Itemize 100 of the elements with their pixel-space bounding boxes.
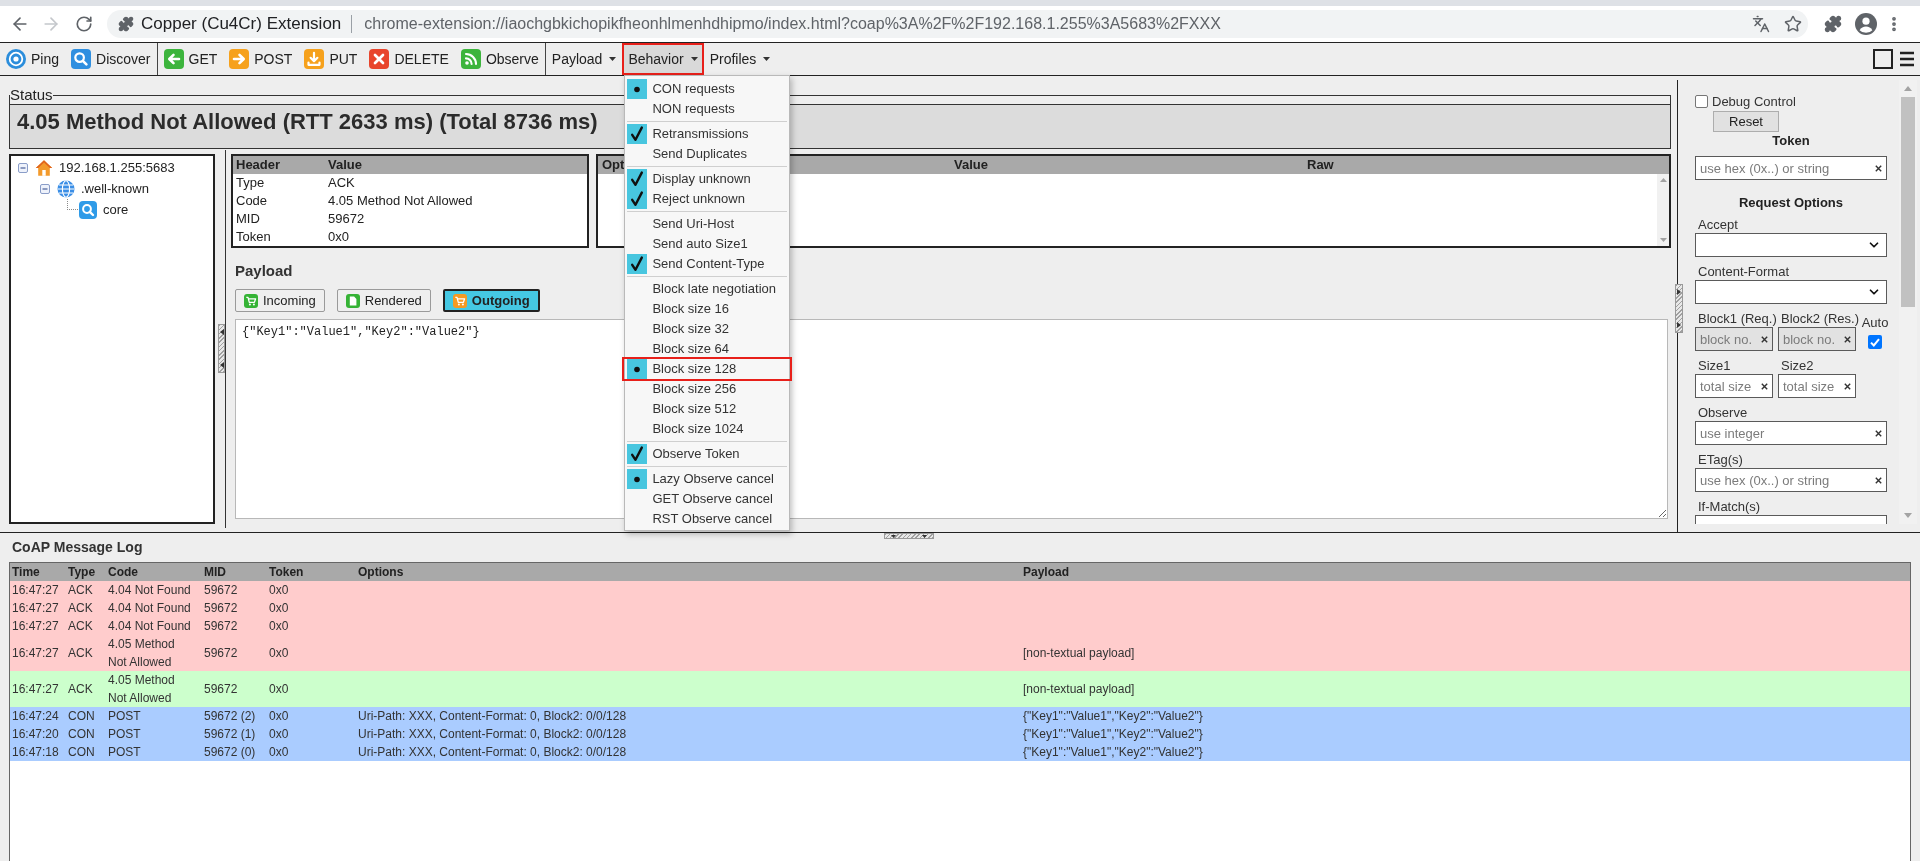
menu-item[interactable]: Display unknown: [627, 169, 788, 189]
menu-button[interactable]: Profiles: [703, 43, 777, 75]
input-field[interactable]: total size: [1695, 374, 1773, 398]
log-row[interactable]: 16:47:20 CON POST 59672 (1) 0x0 Uri-Path: XXX, Content-Format: 0, Block2: 0/0/128 {"Key1":"Value1","Key2":"Value2"}: [10, 725, 1910, 743]
debug-checkbox[interactable]: [1695, 95, 1708, 108]
splitter-handle[interactable]: [1675, 284, 1683, 333]
log-row[interactable]: 16:47:24 CON POST 59672 (2) 0x0 Uri-Path: XXX, Content-Format: 0, Block2: 0/0/128 {"Key1":"Value1","Key2":"Value2"}: [10, 707, 1910, 725]
clear-icon[interactable]: [1761, 382, 1768, 390]
splitter-handle[interactable]: [218, 324, 225, 373]
payload-tab[interactable]: Outgoing: [442, 289, 540, 312]
bullet-icon: [627, 469, 648, 489]
log-row[interactable]: 16:47:27 ACK 4.04 Not Found 59672 0x0: [10, 617, 1910, 635]
puzzle-icon[interactable]: [1824, 15, 1842, 33]
scrollbar-thumb[interactable]: [1901, 97, 1915, 307]
profile-icon[interactable]: [1855, 13, 1877, 35]
translate-icon[interactable]: [1752, 15, 1770, 33]
table-cell-text: 0x0: [269, 618, 289, 635]
log-row[interactable]: 16:47:27 ACK 4.04 Not Found 59672 0x0: [10, 581, 1910, 599]
select-field[interactable]: [1695, 280, 1887, 304]
caret-down-icon: [891, 534, 896, 538]
rss-icon: [460, 49, 481, 69]
post-button[interactable]: POST: [223, 43, 299, 75]
clear-icon[interactable]: [1844, 382, 1851, 390]
menu-item[interactable]: NON requests: [627, 99, 788, 119]
clear-icon[interactable]: [1875, 429, 1882, 437]
caret-down-icon: [609, 57, 617, 61]
table-cell-text: 4.05 Method Not Allowed: [108, 636, 176, 671]
reload-icon[interactable]: [75, 15, 93, 33]
caret-down-icon: [763, 57, 771, 61]
menu-icon[interactable]: [1900, 51, 1914, 67]
table-cell-text: 0x0: [269, 582, 289, 599]
table-cell-text: 0x0: [269, 645, 289, 662]
payload-tab[interactable]: Incoming: [235, 289, 325, 312]
log-row[interactable]: 16:47:27 ACK 4.05 Method Not Allowed 59672 0x0 [non-textual payload]: [10, 671, 1910, 707]
delete-button[interactable]: DELETE: [363, 43, 455, 75]
tree-item-label[interactable]: 192.168.1.255:5683: [59, 159, 175, 176]
menu-item[interactable]: Block size 512: [627, 399, 788, 419]
star-icon[interactable]: [1784, 15, 1802, 33]
get-button[interactable]: GET: [157, 43, 224, 75]
menu-item[interactable]: Send auto Size1: [627, 234, 788, 254]
menu-item[interactable]: Send Uri-Host: [627, 214, 788, 234]
menu-button[interactable]: Behavior: [622, 43, 704, 75]
menu-item[interactable]: Send Duplicates: [627, 144, 788, 164]
menu-item[interactable]: Block size 32: [627, 319, 788, 339]
input-field[interactable]: use integer: [1695, 421, 1887, 445]
log-row[interactable]: 16:47:27 ACK 4.04 Not Found 59672 0x0: [10, 599, 1910, 617]
clear-icon[interactable]: [1875, 476, 1882, 484]
menu-item[interactable]: CON requests: [627, 79, 788, 99]
input-field[interactable]: use hex (0x..) or string: [1695, 468, 1887, 492]
menu-item[interactable]: GET Observe cancel: [627, 489, 788, 509]
reset-button[interactable]: Reset: [1713, 111, 1779, 132]
column-header: Code: [108, 564, 138, 581]
log-row[interactable]: 16:47:18 CON POST 59672 (0) 0x0 Uri-Path: XXX, Content-Format: 0, Block2: 0/0/128 {"Key1":"Value1","Key2":"Value2"}: [10, 743, 1910, 761]
table-cell-text: ACK: [68, 618, 93, 635]
observe-button[interactable]: Observe: [454, 43, 545, 75]
menu-item[interactable]: Send Content-Type: [627, 254, 788, 274]
menu-item[interactable]: Block size 128: [622, 357, 793, 381]
bullet-icon: [627, 79, 648, 99]
select-field[interactable]: [1695, 233, 1887, 257]
input-field[interactable]: use hex (0x..) or string: [1695, 156, 1887, 180]
clear-icon[interactable]: [1875, 164, 1882, 172]
tree-item-label[interactable]: core: [103, 201, 129, 218]
payload-tab[interactable]: Rendered: [336, 289, 431, 312]
table-cell: MID: [236, 210, 260, 228]
menu-item[interactable]: Block size 256: [627, 379, 788, 399]
log-row[interactable]: 16:47:27 ACK 4.05 Method Not Allowed 59672 0x0 [non-textual payload]: [10, 635, 1910, 671]
search-icon: [79, 200, 97, 219]
field-label: Accept: [1698, 217, 1738, 233]
table-cell: Type: [236, 174, 265, 192]
table-cell-text: 16:47:27: [12, 582, 59, 599]
input-field[interactable]: [1695, 515, 1887, 524]
ping-button[interactable]: Ping: [0, 43, 66, 75]
menu-item[interactable]: Lazy Observe cancel: [627, 469, 788, 489]
auto-checkbox[interactable]: [1868, 335, 1882, 349]
minus-box-icon[interactable]: [40, 183, 50, 194]
clear-icon[interactable]: [1761, 335, 1768, 343]
table-cell-text: 59672 (1): [204, 726, 256, 743]
menu-button[interactable]: Payload: [545, 43, 623, 75]
square-icon[interactable]: [1873, 49, 1893, 69]
check-icon: [627, 254, 648, 274]
clear-icon[interactable]: [1844, 335, 1851, 343]
menu-item[interactable]: Block late negotiation: [627, 279, 788, 299]
minus-box-icon[interactable]: [18, 162, 28, 173]
table-cell-text: Uri-Path: XXX, Content-Format: 0, Block2: 0/0/128: [358, 708, 627, 725]
table-cell-text: {"Key1":"Value1","Key2":"Value2"}: [1023, 744, 1203, 761]
input-field[interactable]: total size: [1778, 374, 1856, 398]
discover-button[interactable]: Discover: [65, 43, 157, 75]
put-button[interactable]: PUT: [298, 43, 364, 75]
menu-item[interactable]: Block size 1024: [627, 419, 788, 439]
tree-item-label[interactable]: .well-known: [81, 180, 149, 197]
splitter-handle[interactable]: [884, 533, 934, 539]
menu-item[interactable]: Reject unknown: [627, 189, 788, 209]
menu-item[interactable]: Block size 64: [627, 339, 788, 359]
menu-item[interactable]: Retransmissions: [627, 124, 788, 144]
address-bar[interactable]: Copper (Cu4Cr) Extension chrome-extension://iaochgbkichopikfheonhlmenhdhipmo/index.html?coap%3A%2F%2F192.168.1.255%3A5683%2FXXX: [107, 10, 1808, 38]
bullet-icon: [627, 359, 648, 379]
menu-item[interactable]: Block size 16: [627, 299, 788, 319]
table-cell-text: POST: [108, 708, 141, 725]
table-cell: ACK: [328, 174, 355, 192]
menu-item[interactable]: Observe Token: [627, 444, 788, 464]
